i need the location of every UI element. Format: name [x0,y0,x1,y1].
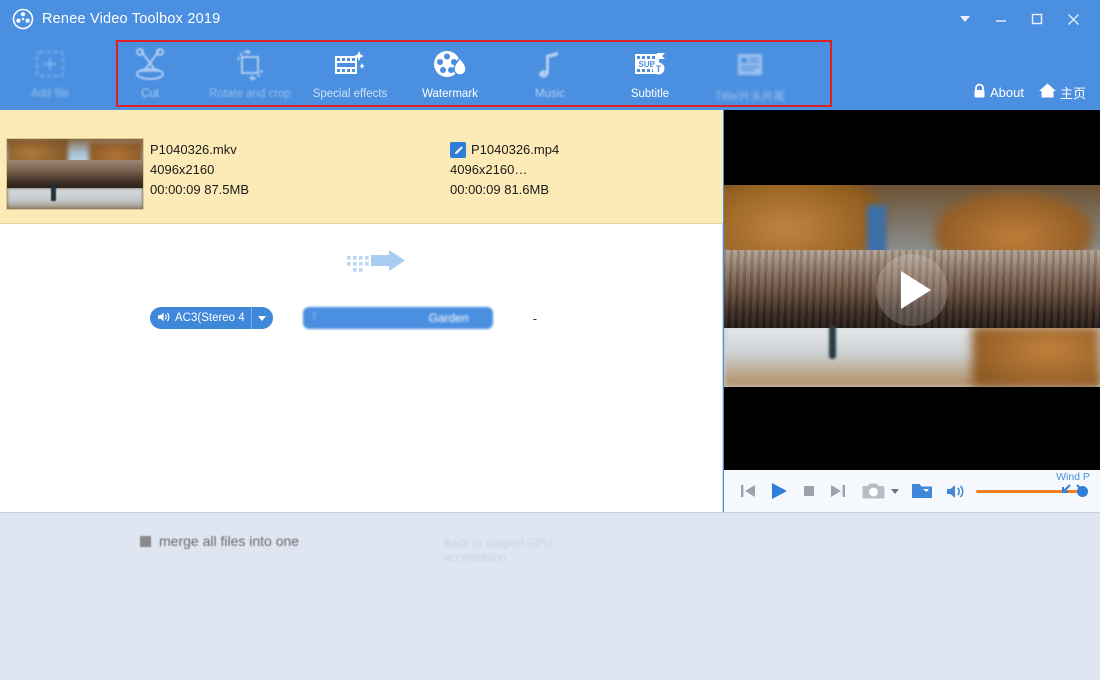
toolbar-item-music[interactable]: Music [500,38,600,110]
toolbar-label: Music [535,88,565,100]
reel-droplet-icon [430,44,470,86]
source-file-info: P1040326.mkv 4096x2160 00:00:09 87.5MB [150,140,249,200]
title-document-icon [730,44,770,86]
merge-files-checkbox[interactable]: merge all files into one [140,533,299,549]
menu-dropdown-icon[interactable] [948,4,982,34]
subtitle-track-selector[interactable]: T Garden [303,307,493,329]
home-button[interactable]: 主页 [1038,82,1086,102]
svg-text:T: T [656,64,662,74]
target-duration-size: 00:00:09 81.6MB [450,180,559,200]
window-size-control[interactable]: Wind P [1050,472,1096,495]
toolbar-label: Watermark [422,88,478,100]
right-pane: Wind P [724,110,1100,512]
folder-icon[interactable] [910,481,934,501]
minimize-icon[interactable] [984,4,1018,34]
film-sparkle-icon [329,44,371,86]
scissors-icon [129,44,171,86]
title-bar: Renee Video Toolbox 2019 [0,0,1100,38]
track-selectors: AC3(Stereo 4 T Garden - [150,307,537,329]
left-pane: P1040326.mkv 4096x2160 00:00:09 87.5MB [0,110,723,512]
play-circle-icon[interactable] [876,254,948,326]
toolbar-items: Add file Cut [0,38,800,110]
subtitle-sub-t-icon: SUB T [629,44,671,86]
toolbar-item-subtitle[interactable]: SUB T Subtitle [600,38,700,110]
chevron-down-icon[interactable] [251,307,273,329]
skip-next-icon[interactable] [828,481,848,501]
target-resolution: 4096x2160… [450,160,559,180]
music-note-icon [533,44,567,86]
target-file-name: P1040326.mp4 [471,140,559,160]
window-title: Renee Video Toolbox 2019 [42,11,220,27]
toolbar-item-add-file[interactable]: Add file [0,38,100,110]
source-duration-size: 00:00:09 87.5MB [150,180,249,200]
toolbar-item-cut[interactable]: Cut [100,38,200,110]
window-size-label: Wind P [1050,472,1096,483]
toolbar-label: Special effects [313,88,388,100]
toolbar-item-special-effects[interactable]: Special effects [300,38,400,110]
file-list-row[interactable]: P1040326.mkv 4096x2160 00:00:09 87.5MB [0,110,723,224]
file-thumbnail [6,138,144,210]
fullscreen-arrows-icon[interactable] [1050,484,1096,495]
video-preview[interactable] [724,110,1100,470]
merge-label: merge all files into one [159,533,299,549]
toolbar-item-rotate-and-crop[interactable]: Rotate and crop [200,38,300,110]
toolbar-label: Title/片头片尾 [715,88,786,104]
convert-arrow-icon [345,248,407,283]
maximize-icon[interactable] [1020,4,1054,34]
player-controls: Wind P [724,470,1100,512]
add-file-icon [30,44,70,86]
audio-track-selector[interactable]: AC3(Stereo 4 [150,307,273,329]
main-toolbar: Add file Cut [0,38,1100,110]
chevron-down-icon[interactable] [890,487,900,495]
about-label: About [990,85,1024,100]
lock-icon [972,83,987,102]
window-controls [948,0,1090,38]
toolbar-label: Subtitle [631,88,669,100]
close-icon[interactable] [1056,4,1090,34]
camera-icon[interactable] [862,481,886,501]
empty-cell: - [533,311,537,326]
speaker-icon [157,311,171,326]
home-label: 主页 [1060,83,1086,102]
home-icon [1038,82,1057,102]
application-window: Renee Video Toolbox 2019 [0,0,1100,680]
about-button[interactable]: About [972,83,1024,102]
toolbar-label: Rotate and crop [209,88,291,100]
subtitle-track-label: Garden [429,311,469,325]
toolbar-label: Add file [31,88,69,100]
toolbar-right-links: About 主页 [972,82,1086,102]
rotate-crop-icon [230,44,270,86]
speaker-icon[interactable] [946,483,966,500]
source-file-name: P1040326.mkv [150,140,249,160]
toolbar-item-watermark[interactable]: Watermark [400,38,500,110]
source-resolution: 4096x2160 [150,160,249,180]
toolbar-item-title[interactable]: Title/片头片尾 [700,38,800,110]
stop-icon[interactable] [800,482,818,500]
pencil-edit-icon[interactable] [450,142,466,158]
toolbar-label: Cut [141,88,159,100]
play-icon[interactable] [768,480,790,502]
audio-track-label: AC3(Stereo 4 [171,312,251,324]
target-file-info: P1040326.mp4 4096x2160… 00:00:09 81.6MB [450,140,559,200]
checkbox-box[interactable] [140,536,151,547]
gpu-acceleration-note: Back to support GPU acceleration [444,537,574,565]
settings-panel: merge all files into one Back to support… [0,512,1100,680]
skip-previous-icon[interactable] [738,481,758,501]
film-reel-icon [12,8,34,30]
subtitle-hidden-prefix: T [311,310,318,324]
